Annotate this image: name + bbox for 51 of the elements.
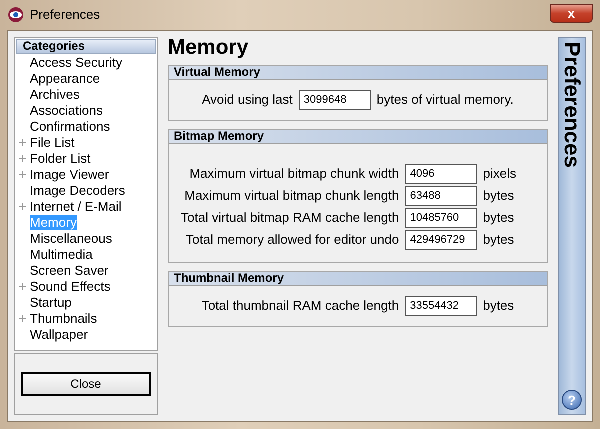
field-label: Maximum virtual bitmap chunk length — [184, 187, 400, 206]
tree-item[interactable]: Image Decoders — [30, 182, 126, 198]
field-label: Total memory allowed for editor undo — [185, 231, 400, 250]
number-field[interactable]: 429496729 — [405, 230, 478, 250]
section-heading: Virtual Memory — [169, 66, 547, 80]
unit-label: bytes — [483, 231, 516, 250]
unit-label: bytes of virtual memory. — [376, 91, 514, 110]
plus-icon[interactable] — [19, 154, 26, 162]
tree-item[interactable]: Access Security — [30, 54, 122, 70]
tree-item[interactable]: Multimedia — [30, 246, 93, 262]
tree-item[interactable]: Image Viewer — [30, 166, 110, 182]
field-label: Total thumbnail RAM cache length — [202, 297, 400, 316]
tree-item[interactable]: Confirmations — [30, 118, 110, 134]
plus-icon[interactable] — [19, 314, 26, 322]
field-label: Maximum virtual bitmap chunk width — [188, 165, 400, 184]
tree-item[interactable]: Screen Saver — [30, 262, 109, 278]
plus-icon[interactable] — [19, 202, 26, 210]
section-heading: Bitmap Memory — [169, 130, 547, 144]
number-field[interactable]: 63488 — [405, 186, 478, 206]
dialog-close-button[interactable]: Close — [21, 372, 151, 396]
tree-item[interactable]: Wallpaper — [30, 326, 88, 342]
tree-heading: Categories — [16, 39, 156, 54]
tree-item[interactable]: Associations — [30, 102, 103, 118]
field-label: Total virtual bitmap RAM cache length — [181, 209, 400, 228]
window-close-button[interactable]: x — [550, 4, 593, 22]
tree-item[interactable]: Thumbnails — [30, 310, 98, 326]
unit-label: bytes — [483, 187, 516, 206]
plus-icon[interactable] — [19, 282, 26, 290]
tree-item[interactable]: Folder List — [30, 150, 91, 166]
banner-title: Preferences — [559, 42, 585, 168]
tree-item[interactable]: Appearance — [30, 70, 100, 86]
unit-label: bytes — [483, 209, 516, 228]
eye-icon — [8, 7, 24, 23]
plus-icon[interactable] — [19, 138, 26, 146]
section-heading: Thumbnail Memory — [169, 272, 547, 286]
number-field[interactable]: 33554432 — [405, 296, 478, 316]
tree-item[interactable]: Miscellaneous — [30, 230, 112, 246]
number-field[interactable]: 10485760 — [405, 208, 478, 228]
page-title: Memory — [168, 37, 250, 59]
tree-item[interactable]: Internet / E-Mail — [30, 198, 122, 214]
window-title: Preferences — [30, 6, 100, 24]
plus-icon[interactable] — [19, 170, 26, 178]
field-label: Avoid using last — [202, 91, 293, 110]
unit-label: bytes — [483, 297, 514, 316]
tree-item[interactable]: File List — [30, 134, 75, 150]
number-field[interactable]: 4096 — [405, 164, 478, 184]
unit-label: pixels — [483, 165, 516, 184]
tree-item[interactable]: Sound Effects — [30, 278, 111, 294]
tree-item[interactable]: Archives — [30, 86, 80, 102]
tree-item[interactable]: Startup — [30, 294, 72, 310]
number-field[interactable]: 3099648 — [298, 90, 371, 110]
